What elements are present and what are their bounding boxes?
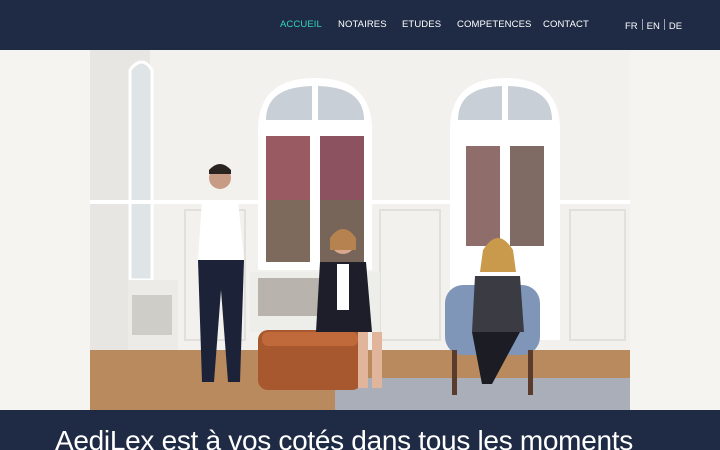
- lang-fr[interactable]: FR: [625, 21, 638, 32]
- top-navigation-bar: ACCUEIL NOTAIRES ETUDES COMPETENCES CONT…: [0, 0, 720, 50]
- nav-item-contact[interactable]: CONTACT: [543, 19, 589, 31]
- divider: [663, 19, 665, 30]
- divider: [641, 19, 643, 30]
- lang-en[interactable]: EN: [647, 21, 660, 32]
- nav-item-etudes[interactable]: ETUDES: [402, 19, 441, 31]
- main-nav: ACCUEIL NOTAIRES ETUDES COMPETENCES CONT…: [0, 0, 720, 50]
- nav-item-competences[interactable]: COMPETENCES: [457, 19, 531, 31]
- tagline-bar: AediLex est à vos cotés dans tous les mo…: [0, 410, 720, 450]
- team-photo: [90, 50, 630, 410]
- language-switcher: FR EN DE: [625, 19, 682, 33]
- lang-de[interactable]: DE: [669, 21, 682, 32]
- hero-tagline: AediLex est à vos cotés dans tous les mo…: [55, 425, 633, 450]
- nav-item-accueil[interactable]: ACCUEIL: [280, 19, 322, 31]
- nav-item-notaires[interactable]: NOTAIRES: [338, 19, 387, 31]
- hero-photo: [90, 50, 630, 410]
